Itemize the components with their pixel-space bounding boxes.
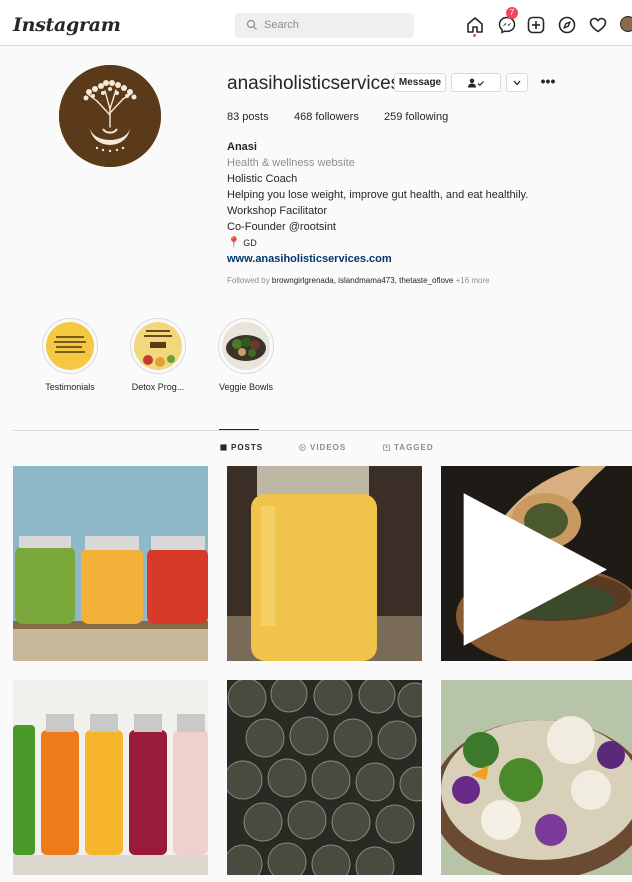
- video-play-icon: [463, 493, 607, 646]
- tab-videos[interactable]: VIDEOS: [299, 443, 346, 452]
- bio-line: Holistic Coach: [227, 173, 298, 185]
- post-thumbnail[interactable]: [13, 466, 208, 661]
- highlight-testimonials[interactable]: Testimonials: [40, 318, 100, 392]
- home-icon[interactable]: [465, 15, 485, 35]
- message-button[interactable]: Message: [394, 73, 446, 92]
- highlight-ring: [218, 318, 274, 374]
- location-line: 📍 GD: [227, 235, 528, 251]
- tab-label: POSTS: [231, 443, 264, 452]
- highlight-label: Detox Prog...: [131, 382, 185, 392]
- top-navbar: Instagram Search: [0, 0, 632, 46]
- post-image-energy-balls: [227, 680, 422, 875]
- following-button[interactable]: [451, 73, 501, 92]
- highlight-cover: [46, 322, 94, 370]
- followed-by-more: +16 more: [453, 276, 490, 285]
- following-count[interactable]: 259 following: [384, 111, 448, 123]
- tab-label: VIDEOS: [310, 443, 347, 452]
- post-image-juice-bottles: [13, 680, 208, 875]
- chevron-down-icon: [513, 80, 521, 86]
- tabs-divider: [13, 430, 632, 431]
- pin-icon: 📍: [227, 237, 241, 249]
- active-tab-indicator: [219, 429, 259, 430]
- grid-icon: [220, 444, 227, 451]
- profile-username: anasiholisticservices: [227, 73, 401, 94]
- profile-category: Health & wellness website: [227, 157, 355, 169]
- person-check-icon: [468, 78, 484, 88]
- highlight-label: Veggie Bowls: [218, 382, 274, 392]
- tab-posts[interactable]: POSTS: [220, 443, 263, 452]
- highlight-label: Testimonials: [45, 382, 95, 392]
- highlight-cover: [134, 322, 182, 370]
- followed-by[interactable]: Followed by browngirlgrenada, islandmama…: [227, 276, 490, 285]
- profile-display-name: Anasi: [227, 141, 257, 153]
- suggested-dropdown-button[interactable]: [506, 73, 528, 92]
- bio-line: Helping you lose weight, improve gut hea…: [227, 189, 529, 201]
- highlight-cover: [222, 322, 270, 370]
- messages-badge: 7: [506, 7, 518, 19]
- post-image-veggie-bowl: [441, 680, 632, 875]
- followed-by-names: browngirlgrenada, islandmama473, thetast…: [271, 276, 454, 285]
- tab-label: TAGGED: [394, 443, 434, 452]
- highlight-veggie-bowls[interactable]: Veggie Bowls: [216, 318, 276, 392]
- search-placeholder: Search: [264, 19, 299, 31]
- instagram-logo[interactable]: Instagram: [13, 14, 121, 36]
- followers-count[interactable]: 468 followers: [294, 111, 359, 123]
- home-active-dot: [473, 34, 476, 37]
- search-input[interactable]: Search: [235, 13, 414, 38]
- post-thumbnail[interactable]: [441, 680, 632, 875]
- activity-heart-icon[interactable]: [588, 15, 608, 35]
- post-thumbnail[interactable]: [441, 466, 632, 661]
- profile-bio: Anasi Health & wellness website Holistic…: [227, 139, 528, 267]
- highlight-ring: [42, 318, 98, 374]
- search-icon: [246, 19, 257, 30]
- followed-by-prefix: Followed by: [227, 276, 272, 285]
- video-icon: [299, 444, 306, 451]
- tagged-icon: [383, 444, 390, 451]
- post-image-jars: [13, 466, 208, 661]
- bio-line: Workshop Facilitator: [227, 205, 328, 217]
- profile-picture: [59, 65, 161, 167]
- post-thumbnail[interactable]: [227, 680, 422, 875]
- explore-icon[interactable]: [557, 15, 577, 35]
- new-post-icon[interactable]: [526, 15, 546, 35]
- anasi-logo-image: [59, 65, 161, 167]
- post-thumbnail[interactable]: [13, 680, 208, 875]
- post-image-smoothie: [227, 466, 422, 661]
- post-thumbnail[interactable]: [227, 466, 422, 661]
- profile-avatar-mini[interactable]: [620, 16, 632, 32]
- bio-line: Co-Founder @rootsint: [227, 221, 336, 233]
- tab-tagged[interactable]: TAGGED: [383, 443, 434, 452]
- website-link[interactable]: www.anasiholisticservices.com: [227, 251, 528, 267]
- more-options-icon[interactable]: •••: [540, 73, 556, 91]
- posts-count: 83 posts: [227, 111, 269, 123]
- highlight-ring: [130, 318, 186, 374]
- highlight-detox[interactable]: Detox Prog...: [128, 318, 188, 392]
- location-code: GD: [243, 238, 257, 248]
